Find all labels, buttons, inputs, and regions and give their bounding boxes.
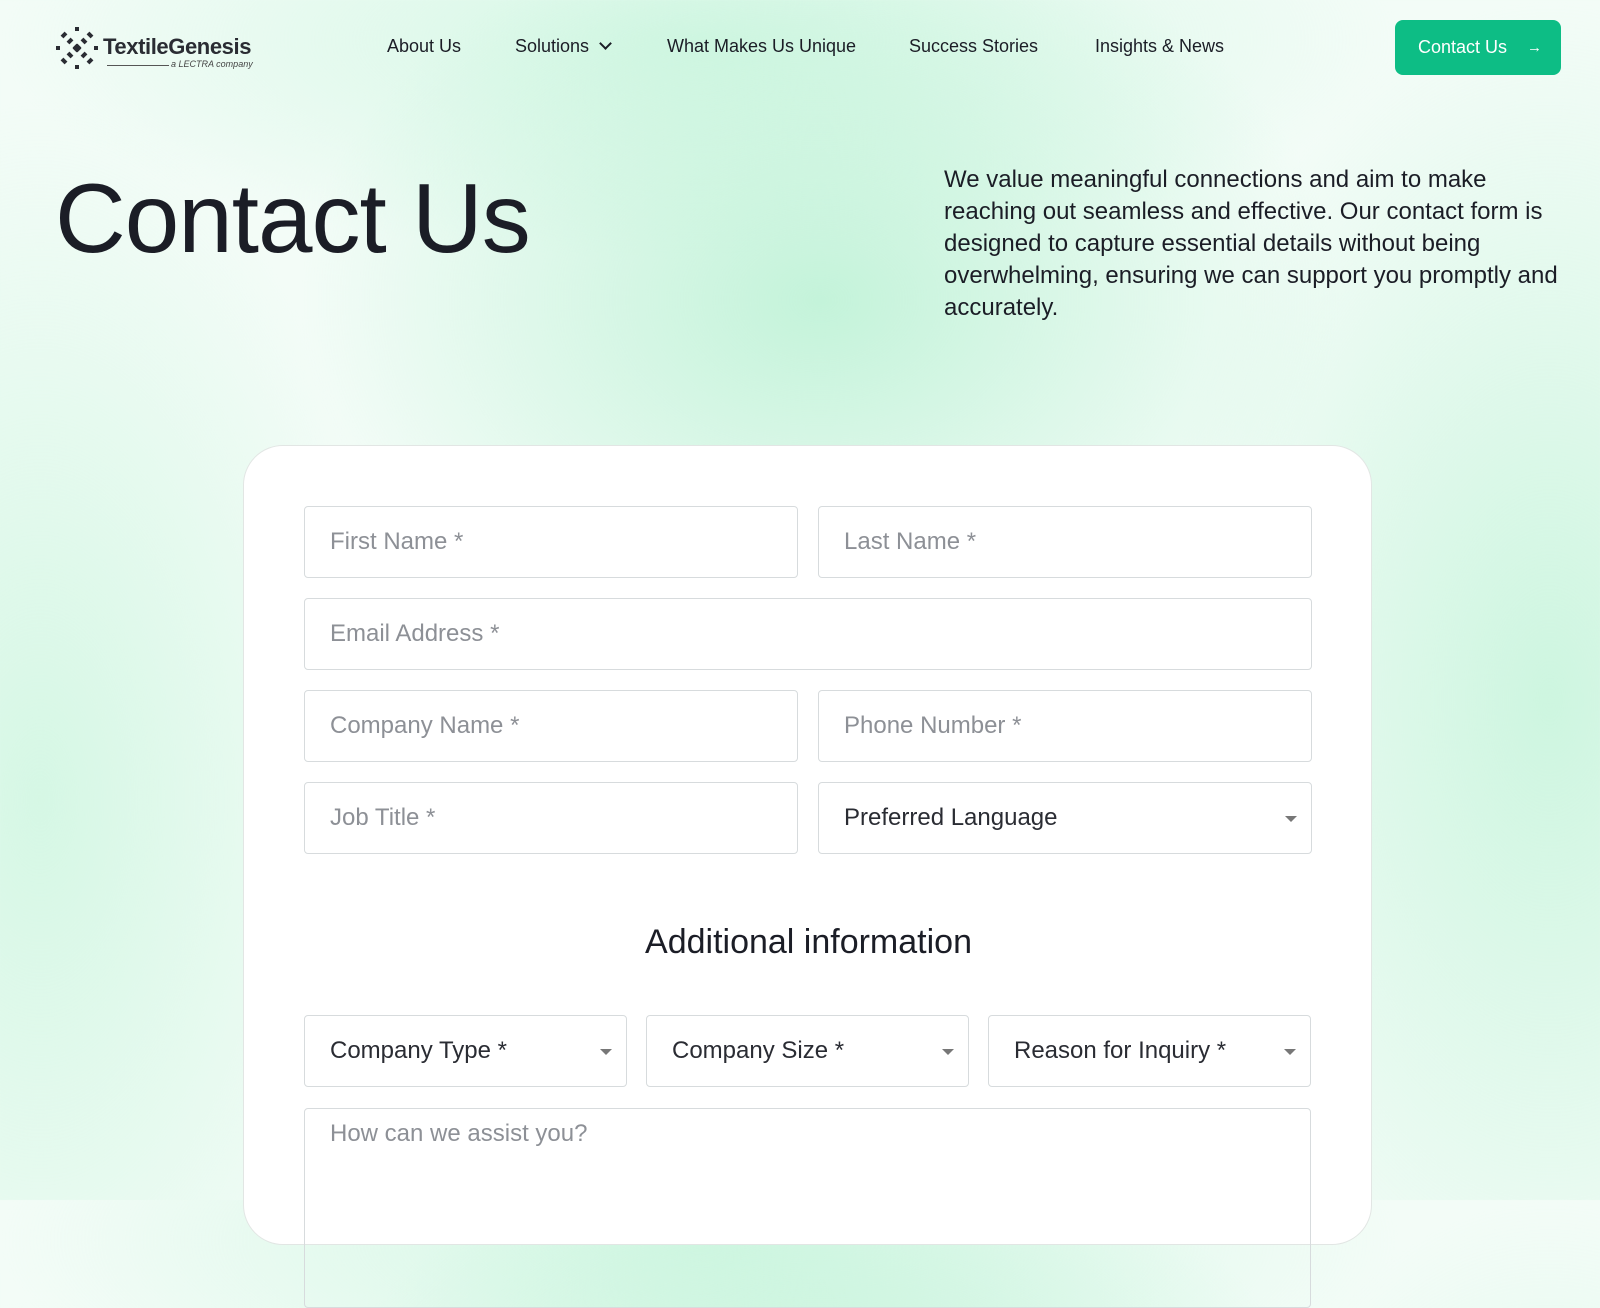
reason-for-inquiry-select[interactable]: Reason for Inquiry * — [988, 1015, 1311, 1087]
brand-logo[interactable]: TextileGenesis a LECTRA company — [55, 26, 265, 72]
intro-text: We value meaningful connections and aim … — [944, 166, 1558, 321]
company-type-value: Company Type * — [330, 1037, 507, 1064]
brand-name: TextileGenesis — [103, 34, 252, 59]
additional-information-heading: Additional information — [645, 923, 972, 961]
preferred-language-value: Preferred Language — [844, 804, 1058, 831]
nav-item-success-stories[interactable]: Success Stories — [909, 36, 1038, 57]
contact-us-button-label: Contact Us — [1418, 37, 1508, 57]
nav-item-solutions[interactable]: Solutions — [515, 36, 612, 57]
nav-item-about-us[interactable]: About Us — [387, 36, 461, 57]
brand-tagline: a LECTRA company — [171, 59, 253, 69]
caret-down-icon — [1284, 1049, 1296, 1055]
contact-form-card: First Name * Last Name * Email Address *… — [243, 445, 1372, 1308]
preferred-language-select[interactable]: Preferred Language — [818, 782, 1312, 854]
woven-x-logo-icon — [56, 27, 98, 69]
caret-down-icon — [1285, 816, 1297, 822]
company-type-select[interactable]: Company Type * — [304, 1015, 627, 1087]
first-name-input[interactable]: First Name * — [304, 506, 798, 578]
contact-us-button[interactable]: Contact Us → — [1395, 20, 1561, 75]
nav-item-what-makes-us-unique[interactable]: What Makes Us Unique — [667, 36, 856, 57]
email-input[interactable]: Email Address * — [304, 598, 1312, 670]
reason-for-inquiry-value: Reason for Inquiry * — [1014, 1037, 1227, 1064]
company-name-input[interactable]: Company Name * — [304, 690, 798, 762]
nav-item-solutions-label: Solutions — [515, 36, 590, 56]
message-textarea[interactable]: How can we assist you? — [304, 1108, 1311, 1308]
company-size-value: Company Size * — [672, 1037, 845, 1064]
company-size-select[interactable]: Company Size * — [646, 1015, 969, 1087]
caret-down-icon — [942, 1049, 954, 1055]
chevron-down-icon — [599, 37, 612, 50]
job-title-input[interactable]: Job Title * — [304, 782, 798, 854]
last-name-input[interactable]: Last Name * — [818, 506, 1312, 578]
caret-down-icon — [600, 1049, 612, 1055]
nav-item-insights-news[interactable]: Insights & News — [1095, 36, 1224, 57]
arrow-right-icon: → — [1527, 39, 1542, 56]
logo-divider — [107, 65, 169, 66]
page-title: Contact Us — [55, 163, 531, 273]
site-header: TextileGenesis a LECTRA company About Us… — [0, 0, 1600, 96]
phone-number-input[interactable]: Phone Number * — [818, 690, 1312, 762]
